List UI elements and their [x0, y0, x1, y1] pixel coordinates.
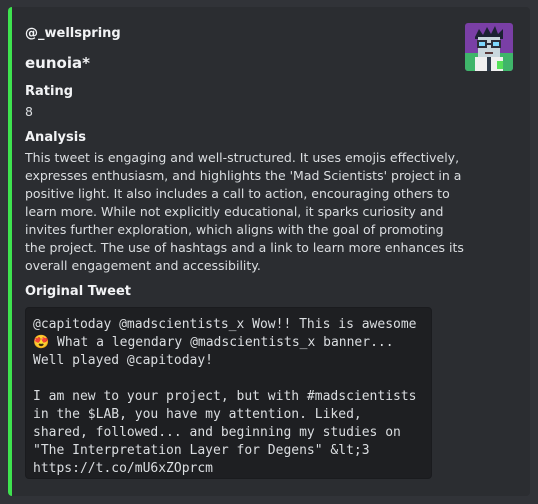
original-tweet-label: Original Tweet: [25, 284, 131, 299]
embed-card: @_wellspring eunoia* Rating 8 Analysis T…: [8, 7, 530, 496]
rating-label: Rating: [25, 84, 74, 99]
rating-value: 8: [25, 104, 33, 119]
embed-author[interactable]: @_wellspring: [25, 26, 121, 41]
analysis-text: This tweet is engaging and well-structur…: [25, 150, 464, 273]
original-tweet-code-block: @capitoday @madscientists_x Wow!! This i…: [25, 307, 432, 479]
original-tweet-text: @capitoday @madscientists_x Wow!! This i…: [33, 317, 417, 476]
analysis-label: Analysis: [25, 130, 86, 145]
embed-accent-bar: [8, 7, 12, 496]
embed-title: eunoia*: [25, 54, 90, 72]
mad-scientist-avatar-icon[interactable]: [465, 23, 513, 71]
